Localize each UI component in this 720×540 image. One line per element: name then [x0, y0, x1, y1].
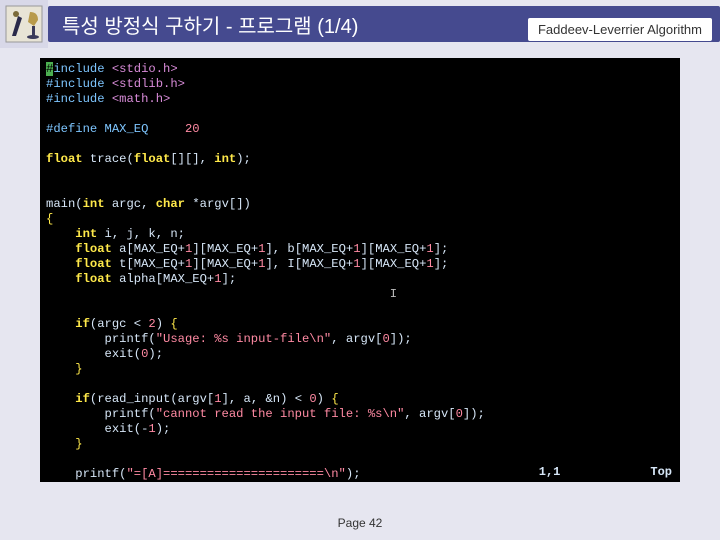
- code-line: int i, j, k, n;: [46, 227, 674, 242]
- editor-status-bar: 1,1 Top: [40, 465, 680, 480]
- code-line: if(argc < 2) {: [46, 317, 674, 332]
- code-line: }: [46, 362, 674, 377]
- code-line: float alpha[MAX_EQ+1];: [46, 272, 674, 287]
- code-line: printf("cannot read the input file: %s\n…: [46, 407, 674, 422]
- code-line: printf("Usage: %s input-file\n", argv[0]…: [46, 332, 674, 347]
- writer-lamp-icon: [0, 0, 48, 48]
- code-line: float a[MAX_EQ+1][MAX_EQ+1], b[MAX_EQ+1]…: [46, 242, 674, 257]
- code-line: #define MAX_EQ 20: [46, 122, 674, 137]
- code-line: if(read_input(argv[1], a, &n) < 0) {: [46, 392, 674, 407]
- page-number: Page 42: [0, 516, 720, 530]
- code-line: float trace(float[][], int);: [46, 152, 674, 167]
- code-line: [46, 107, 674, 122]
- code-line: }: [46, 437, 674, 452]
- code-line: exit(-1);: [46, 422, 674, 437]
- code-line: [46, 167, 674, 182]
- code-content: #include <stdio.h>#include <stdlib.h>#in…: [46, 62, 674, 482]
- code-line: #include <math.h>: [46, 92, 674, 107]
- code-line: #include <stdio.h>: [46, 62, 674, 77]
- code-line: [46, 377, 674, 392]
- code-line: [46, 182, 674, 197]
- code-editor: #include <stdio.h>#include <stdlib.h>#in…: [40, 58, 680, 482]
- code-line: float t[MAX_EQ+1][MAX_EQ+1], I[MAX_EQ+1]…: [46, 257, 674, 272]
- code-line: {: [46, 212, 674, 227]
- scroll-mode: Top: [650, 465, 672, 480]
- cursor-position: 1,1: [539, 465, 561, 480]
- code-line: [46, 137, 674, 152]
- code-line: I: [46, 287, 674, 302]
- code-line: [46, 302, 674, 317]
- code-line: exit(0);: [46, 347, 674, 362]
- algorithm-label: Faddeev-Leverrier Algorithm: [528, 18, 712, 41]
- code-line: #include <stdlib.h>: [46, 77, 674, 92]
- code-line: main(int argc, char *argv[]): [46, 197, 674, 212]
